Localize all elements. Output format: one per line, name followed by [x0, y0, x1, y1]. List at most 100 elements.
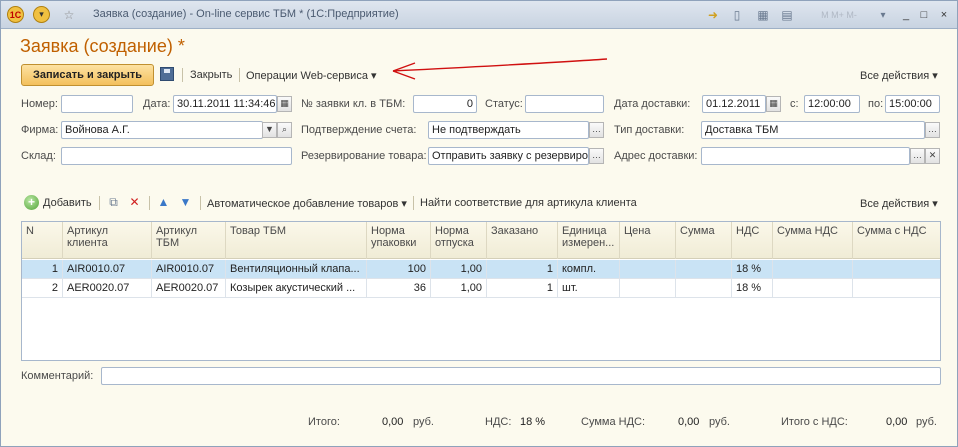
auto-add-items-menu[interactable]: Автоматическое добавление товаров ▾	[207, 197, 407, 210]
delete-row-icon[interactable]: ✕	[127, 195, 142, 210]
table-cell[interactable]: AER0020.07	[152, 279, 226, 298]
document-icon[interactable]: ▯	[729, 7, 745, 23]
table-cell[interactable]: 1	[487, 260, 558, 279]
delivery-date-picker-icon[interactable]: ▦	[766, 96, 781, 112]
table-row[interactable]: 1 AIR0010.07 AIR0010.07 Вентиляционный к…	[22, 260, 940, 279]
column-header[interactable]: Артикул клиента	[63, 222, 152, 259]
table-cell[interactable]	[676, 260, 732, 279]
table-cell[interactable]	[853, 260, 940, 279]
delivery-address-select-button[interactable]: …	[910, 148, 925, 164]
window-menu-icon[interactable]: ▾	[33, 6, 50, 23]
move-up-icon[interactable]: ▲	[156, 195, 171, 210]
comment-label: Комментарий:	[21, 370, 94, 382]
delivery-address-field[interactable]	[701, 147, 910, 165]
column-header[interactable]: Единица измерен...	[558, 222, 620, 259]
table-cell[interactable]	[853, 279, 940, 298]
table-cell[interactable]: 1	[22, 260, 63, 279]
table-cell[interactable]	[620, 260, 676, 279]
column-header[interactable]: Цена	[620, 222, 676, 259]
save-icon[interactable]	[160, 67, 174, 81]
table-cell[interactable]: Вентиляционный клапа...	[226, 260, 367, 279]
column-header[interactable]: N	[22, 222, 63, 259]
firm-dropdown-icon[interactable]: ▼	[262, 122, 277, 138]
column-header[interactable]: Сумма с НДС	[853, 222, 940, 259]
time-from-field[interactable]: 12:00:00	[804, 95, 860, 113]
favorite-star-icon[interactable]: ☆	[61, 7, 77, 23]
table-cell[interactable]: шт.	[558, 279, 620, 298]
table-cell[interactable]: 1,00	[431, 260, 487, 279]
table-cell[interactable]: 2	[22, 279, 63, 298]
table-cell[interactable]: AIR0010.07	[152, 260, 226, 279]
calculator-icon[interactable]: ▦	[755, 7, 771, 23]
delivery-type-select-button[interactable]: …	[925, 122, 940, 138]
warehouse-field[interactable]	[61, 147, 292, 165]
table-cell[interactable]: 100	[367, 260, 431, 279]
column-header[interactable]: Заказано	[487, 222, 558, 259]
time-to-field[interactable]: 15:00:00	[885, 95, 940, 113]
table-cell[interactable]: 1	[487, 279, 558, 298]
table-cell[interactable]: AIR0010.07	[63, 260, 152, 279]
column-header[interactable]: Артикул ТБМ	[152, 222, 226, 259]
firm-search-icon[interactable]: ⌕	[277, 122, 292, 138]
status-field[interactable]	[525, 95, 604, 113]
memory-icons[interactable]: M M+ M-	[807, 7, 871, 23]
number-field[interactable]	[61, 95, 133, 113]
close-button[interactable]: ×	[935, 7, 953, 23]
table-cell[interactable]	[676, 279, 732, 298]
table-cell[interactable]: компл.	[558, 260, 620, 279]
toolbar-divider	[200, 196, 201, 210]
save-and-close-button[interactable]: Записать и закрыть	[21, 64, 154, 86]
close-link-button[interactable]: Закрыть	[190, 69, 232, 81]
toolbar-divider	[239, 68, 240, 82]
vat-rate-value: 18 %	[520, 416, 546, 428]
column-header[interactable]: НДС	[732, 222, 773, 259]
table-cell[interactable]	[773, 260, 853, 279]
add-item-button[interactable]: Добавить	[43, 197, 92, 209]
firm-field[interactable]: Войнова А.Г.	[61, 121, 263, 139]
total-with-vat-label: Итого с НДС:	[781, 416, 848, 428]
table-cell[interactable]	[620, 279, 676, 298]
dropdown-icon[interactable]: ▾	[875, 7, 891, 23]
client-request-number-field[interactable]: 0	[413, 95, 477, 113]
column-header[interactable]: Норма упаковки	[367, 222, 431, 259]
toolbar-divider	[182, 68, 183, 82]
table-cell[interactable]: 1,00	[431, 279, 487, 298]
vat-label: НДС:	[485, 416, 512, 428]
add-favorite-icon[interactable]: ➜	[705, 7, 721, 23]
column-header[interactable]: Сумма	[676, 222, 732, 259]
number-label: Номер:	[21, 98, 58, 110]
delivery-address-clear-icon[interactable]: ✕	[925, 148, 940, 164]
delivery-type-field[interactable]: Доставка ТБМ	[701, 121, 925, 139]
app-logo-icon[interactable]: 1С	[7, 6, 24, 23]
table-cell[interactable]: 18 %	[732, 260, 773, 279]
table-cell[interactable]: 36	[367, 279, 431, 298]
minimize-button[interactable]: _	[897, 7, 915, 23]
all-actions-menu[interactable]: Все действия ▾	[860, 69, 938, 82]
items-table[interactable]: N Артикул клиента Артикул ТБМ Товар ТБМ …	[21, 221, 941, 361]
column-header[interactable]: Норма отпуска	[431, 222, 487, 259]
items-all-actions-menu[interactable]: Все действия ▾	[860, 197, 938, 210]
move-down-icon[interactable]: ▼	[178, 195, 193, 210]
copy-row-icon[interactable]: ⧉	[106, 195, 121, 210]
table-cell[interactable]: 18 %	[732, 279, 773, 298]
table-cell[interactable]: AER0020.07	[63, 279, 152, 298]
comment-field[interactable]	[101, 367, 941, 385]
table-row[interactable]: 2 AER0020.07 AER0020.07 Козырек акустиче…	[22, 279, 940, 298]
table-cell[interactable]	[773, 279, 853, 298]
date-label: Дата:	[143, 98, 171, 110]
invoice-confirmation-field[interactable]: Не подтверждать	[428, 121, 589, 139]
invoice-confirmation-select-button[interactable]: …	[589, 122, 604, 138]
column-header[interactable]: Сумма НДС	[773, 222, 853, 259]
maximize-button[interactable]: □	[915, 7, 933, 23]
web-service-operations-menu[interactable]: Операции Web-сервиса ▾	[246, 69, 377, 82]
column-header[interactable]: Товар ТБМ	[226, 222, 367, 259]
reservation-select-button[interactable]: …	[589, 148, 604, 164]
table-cell[interactable]: Козырек акустический ...	[226, 279, 367, 298]
calendar-icon[interactable]: ▤	[779, 7, 795, 23]
find-match-button[interactable]: Найти соответствие для артикула клиента	[420, 197, 637, 209]
reservation-field[interactable]: Отправить заявку с резервиро	[428, 147, 589, 165]
add-icon[interactable]: +	[24, 195, 39, 210]
date-picker-icon[interactable]: ▦	[277, 96, 292, 112]
date-field[interactable]: 30.11.2011 11:34:46	[173, 95, 277, 113]
delivery-date-field[interactable]: 01.12.2011	[702, 95, 766, 113]
